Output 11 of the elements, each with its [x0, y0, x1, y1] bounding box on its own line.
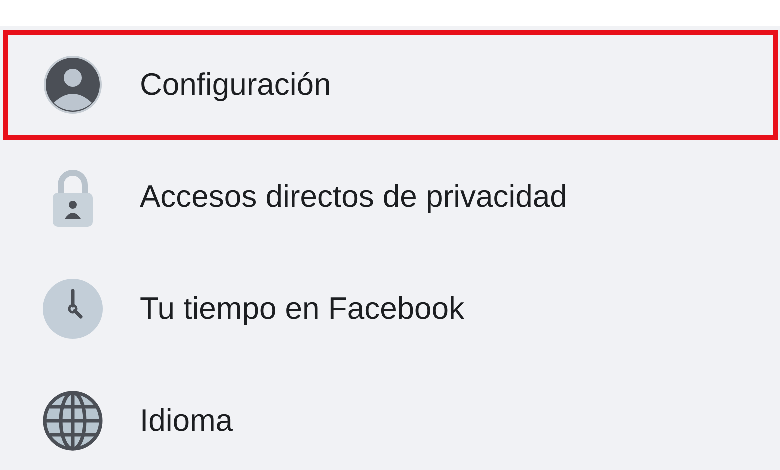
menu-item[interactable]: Idioma [3, 366, 778, 470]
menu-item-label: Idioma [140, 403, 234, 439]
profile-icon [43, 55, 103, 115]
menu-item[interactable]: Configuración [3, 30, 778, 140]
globe-icon [43, 391, 103, 451]
menu-item-label: Configuración [140, 67, 332, 103]
clock-icon [43, 279, 103, 339]
menu-item-label: Tu tiempo en Facebook [140, 291, 465, 327]
menu-item[interactable]: Tu tiempo en Facebook [3, 254, 778, 364]
menu-item-label: Accesos directos de privacidad [140, 179, 568, 215]
menu-item[interactable]: Accesos directos de privacidad [3, 142, 778, 252]
